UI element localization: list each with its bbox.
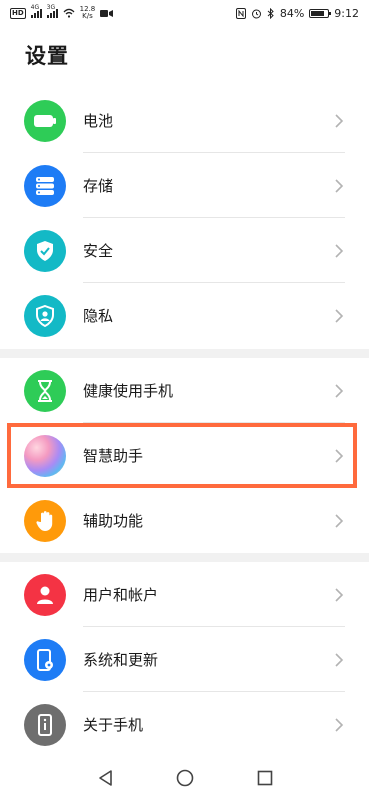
settings-item-label: 健康使用手机 [83, 382, 174, 400]
settings-item-security[interactable]: 安全 [0, 218, 369, 283]
settings-item-label: 隐私 [83, 307, 114, 325]
chevron-right-icon [335, 243, 344, 258]
network-speed: 12.8 K/s [79, 5, 96, 20]
settings-item-label: 电池 [83, 112, 114, 130]
battery-icon [24, 99, 66, 142]
settings-item-label: 系统和更新 [83, 651, 159, 669]
phone-info-icon [24, 703, 66, 746]
settings-item-label: 辅助功能 [83, 512, 144, 530]
storage-icon [24, 164, 66, 207]
signal-sim1-icon: 4G [30, 4, 42, 18]
user-icon [24, 573, 66, 616]
settings-item-storage[interactable]: 存储 [0, 153, 369, 218]
settings-item-label: 安全 [83, 242, 114, 260]
chevron-right-icon [335, 113, 344, 128]
settings-item-privacy[interactable]: 隐私 [0, 283, 369, 348]
shield-check-icon [24, 229, 66, 272]
hand-icon [24, 499, 66, 542]
chevron-right-icon [335, 587, 344, 602]
settings-item-label: 关于手机 [83, 716, 144, 734]
alarm-icon [251, 9, 261, 18]
settings-section-1: 电池 存储 安全 隐私 [0, 88, 369, 348]
chevron-right-icon [335, 717, 344, 732]
privacy-shield-icon [24, 294, 66, 337]
section-separator [0, 349, 369, 358]
back-icon [98, 770, 112, 786]
chevron-right-icon [335, 513, 344, 528]
settings-screen: HD 4G 3G 12.8 K/s 84% 9:12 设置 电池 存储 安全 隐… [0, 0, 369, 800]
clock: 9:12 [334, 6, 359, 20]
bluetooth-icon [267, 7, 274, 19]
section-separator [0, 553, 369, 562]
recents-button[interactable] [254, 767, 276, 789]
hd-voice-badge: HD [10, 7, 26, 19]
settings-section-3: 用户和帐户 系统和更新 关于手机 [0, 562, 369, 757]
chevron-right-icon [335, 308, 344, 323]
settings-item-digital-balance[interactable]: 健康使用手机 [0, 358, 369, 423]
navigation-bar [0, 756, 369, 800]
chevron-right-icon [335, 178, 344, 193]
settings-item-label: 存储 [83, 177, 114, 195]
video-icon [100, 9, 114, 17]
battery-status-icon [309, 8, 332, 18]
chevron-right-icon [335, 383, 344, 398]
wifi-icon [63, 8, 75, 18]
highlight-box [7, 423, 357, 488]
home-icon [176, 769, 193, 787]
status-bar: HD 4G 3G 12.8 K/s 84% 9:12 [0, 0, 369, 26]
settings-item-system-update[interactable]: 系统和更新 [0, 627, 369, 692]
signal-sim2-icon: 3G [46, 4, 58, 18]
recents-icon [257, 770, 272, 786]
settings-item-label: 用户和帐户 [83, 586, 159, 604]
hourglass-icon [24, 369, 66, 412]
system-update-icon [24, 638, 66, 681]
settings-item-accessibility[interactable]: 辅助功能 [0, 488, 369, 553]
home-button[interactable] [174, 767, 196, 789]
settings-item-battery[interactable]: 电池 [0, 88, 369, 153]
chevron-right-icon [335, 652, 344, 667]
settings-item-about-phone[interactable]: 关于手机 [0, 692, 369, 757]
back-button[interactable] [94, 767, 116, 789]
page-title: 设置 [25, 44, 69, 68]
nfc-icon [235, 7, 246, 19]
settings-item-users-accounts[interactable]: 用户和帐户 [0, 562, 369, 627]
battery-percent: 84% [279, 6, 305, 20]
